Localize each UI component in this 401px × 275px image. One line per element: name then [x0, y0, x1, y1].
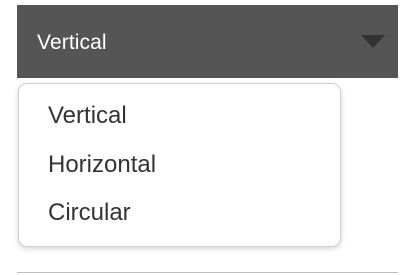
dropdown-demo: Vertical Vertical Horizontal Circular — [0, 0, 401, 275]
option-horizontal[interactable]: Horizontal — [48, 150, 156, 180]
dropdown-menu: Vertical Horizontal Circular — [18, 83, 341, 247]
caret-down-icon — [361, 35, 385, 48]
orientation-select[interactable]: Vertical — [17, 5, 398, 78]
option-vertical[interactable]: Vertical — [48, 101, 127, 131]
option-circular[interactable]: Circular — [48, 198, 131, 228]
divider-line — [17, 272, 398, 273]
selected-value: Vertical — [37, 31, 107, 54]
